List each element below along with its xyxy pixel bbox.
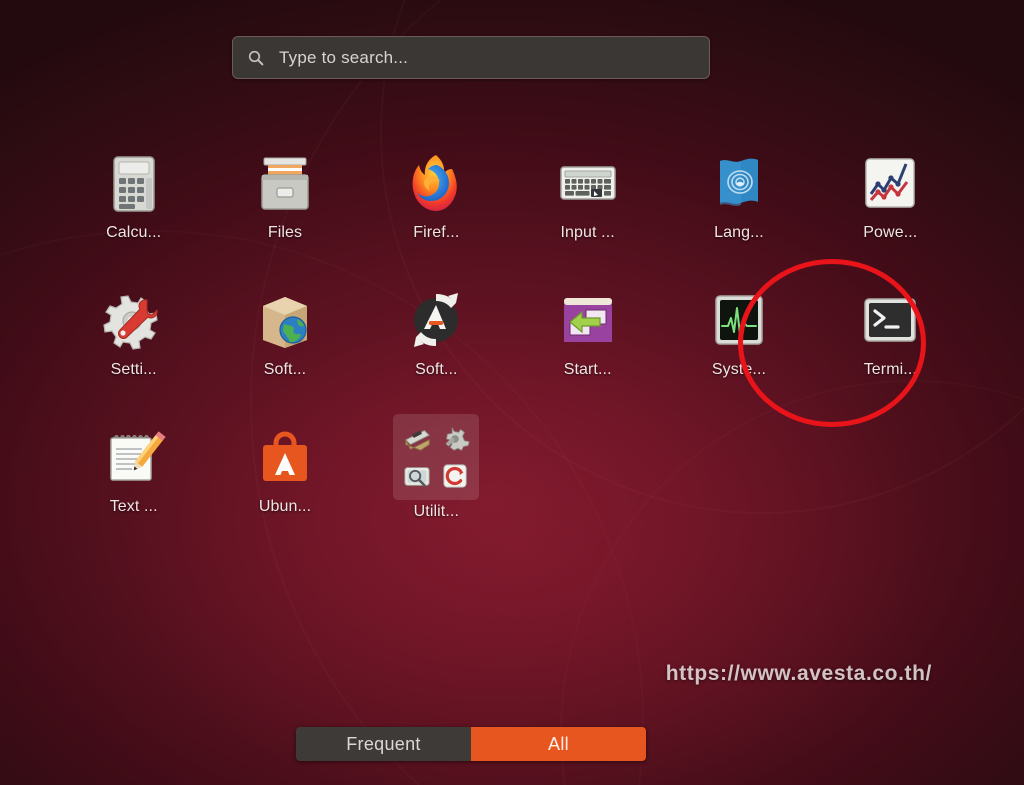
activities-overview: Type to search... <box>0 0 1024 785</box>
app-power-statistics[interactable]: Powe... <box>815 145 966 282</box>
logs-icon <box>440 461 470 491</box>
chart-icon <box>858 151 922 215</box>
app-label: Files <box>268 224 302 242</box>
app-label: Utilit... <box>414 503 459 521</box>
app-folder-utilities[interactable]: Utilit... <box>361 419 512 556</box>
app-label: Input ... <box>561 224 615 242</box>
window-arrow-icon <box>556 288 620 352</box>
app-input-method[interactable]: Input ... <box>512 145 663 282</box>
search-icon <box>247 49 265 67</box>
keyboard-icon <box>556 151 620 215</box>
folder-utilities-icon <box>393 414 479 500</box>
view-switcher: Frequent All <box>296 727 646 761</box>
refresh-a-icon <box>404 288 468 352</box>
app-text-editor[interactable]: Text ... <box>58 419 209 556</box>
notepad-pencil-icon <box>102 425 166 489</box>
search-input[interactable]: Type to search... <box>232 36 710 79</box>
app-ubuntu-software[interactable]: Ubun... <box>209 419 360 556</box>
app-label: Soft... <box>415 361 458 379</box>
app-settings[interactable]: Setti... <box>58 282 209 419</box>
app-software-updater[interactable]: Soft... <box>361 282 512 419</box>
app-files[interactable]: Files <box>209 145 360 282</box>
search-placeholder-text: Type to search... <box>279 48 408 68</box>
app-label: Start... <box>564 361 612 379</box>
app-software-sources[interactable]: Soft... <box>209 282 360 419</box>
app-label: Calcu... <box>106 224 161 242</box>
app-label: Setti... <box>111 361 157 379</box>
app-label: Text ... <box>110 498 158 516</box>
app-startup-applications[interactable]: Start... <box>512 282 663 419</box>
app-language-support[interactable]: Lang... <box>663 145 814 282</box>
firefox-icon <box>404 151 468 215</box>
gear-tool-icon <box>440 423 470 453</box>
app-label: Firef... <box>413 224 459 242</box>
calculator-icon <box>102 151 166 215</box>
app-system-monitor[interactable]: Syste... <box>663 282 814 419</box>
app-label: Termi... <box>864 361 917 379</box>
app-label: Syste... <box>712 361 766 379</box>
frequent-tab[interactable]: Frequent <box>296 727 471 761</box>
watermark-url: https://www.avesta.co.th/ <box>666 662 932 686</box>
flag-icon <box>707 151 771 215</box>
app-calculator[interactable]: Calcu... <box>58 145 209 282</box>
all-tab[interactable]: All <box>471 727 646 761</box>
app-label: Ubun... <box>259 498 311 516</box>
files-icon <box>253 151 317 215</box>
application-grid: Calcu... Files <box>58 145 966 556</box>
app-label: Lang... <box>714 224 764 242</box>
app-label: Soft... <box>264 361 307 379</box>
package-globe-icon <box>253 288 317 352</box>
app-firefox[interactable]: Firef... <box>361 145 512 282</box>
disk-usage-icon <box>402 461 432 491</box>
terminal-icon <box>858 288 922 352</box>
scanner-icon <box>402 423 432 453</box>
app-terminal[interactable]: Termi... <box>815 282 966 419</box>
app-label: Powe... <box>863 224 917 242</box>
gear-wrench-icon <box>102 288 166 352</box>
monitor-pulse-icon <box>707 288 771 352</box>
shopping-bag-icon <box>253 425 317 489</box>
